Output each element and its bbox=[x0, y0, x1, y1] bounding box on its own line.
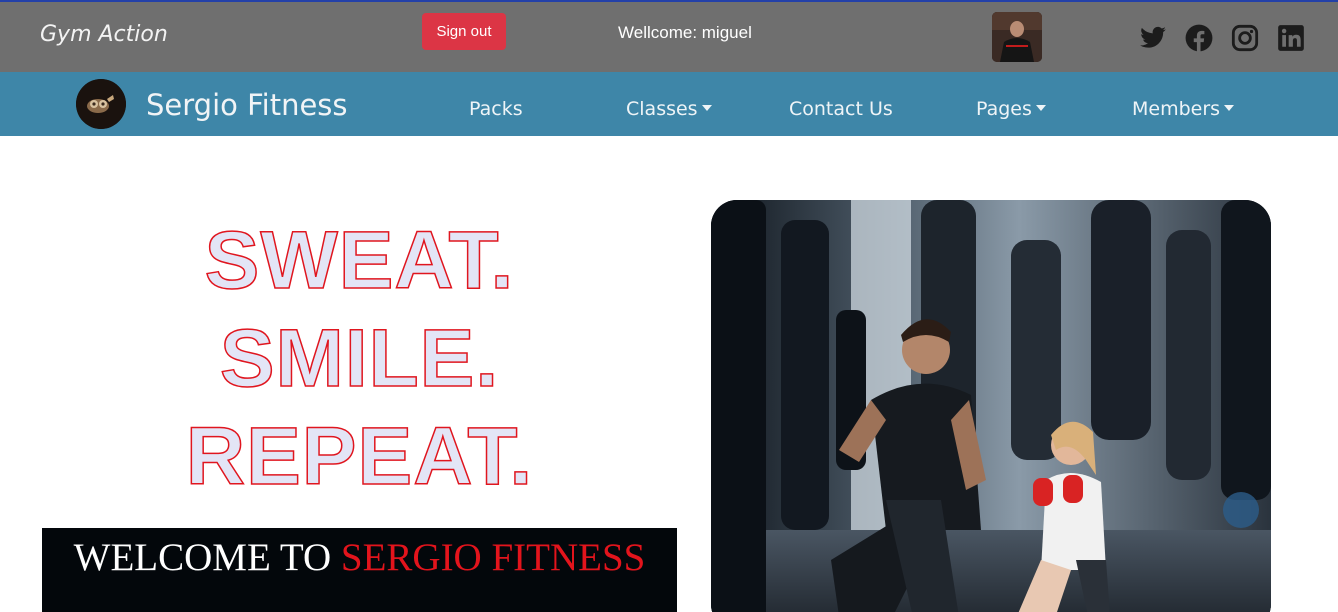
welcome-text: WELCOME TO bbox=[73, 536, 332, 579]
caret-down-icon bbox=[701, 105, 712, 111]
nav-members-dropdown[interactable]: Members bbox=[1132, 98, 1235, 120]
nav-contact-us[interactable]: Contact Us bbox=[789, 98, 893, 120]
hero-slogan-smile: SMILE. bbox=[219, 313, 500, 404]
user-avatar[interactable] bbox=[992, 12, 1042, 62]
hero-slogan-sweat: SWEAT. bbox=[204, 215, 515, 306]
nav-classes-dropdown[interactable]: Classes bbox=[626, 98, 712, 120]
hero-slogan-repeat: REPEAT. bbox=[185, 411, 534, 502]
linkedin-icon[interactable] bbox=[1277, 24, 1305, 52]
caret-down-icon bbox=[1035, 105, 1046, 111]
main-navbar: Sergio Fitness Packs Classes Contact Us … bbox=[0, 72, 1338, 136]
avatar-image bbox=[992, 12, 1042, 62]
nav-packs-label: Packs bbox=[469, 98, 523, 120]
top-bar: Gym Action Sign out Wellcome: miguel bbox=[0, 0, 1338, 72]
nav-pages-dropdown[interactable]: Pages bbox=[976, 98, 1046, 120]
instagram-icon[interactable] bbox=[1231, 24, 1259, 52]
facebook-icon[interactable] bbox=[1185, 24, 1213, 52]
caret-down-icon bbox=[1224, 105, 1235, 111]
welcome-gym-name: SERGIO FITNESS bbox=[340, 536, 646, 579]
twitter-icon[interactable] bbox=[1139, 24, 1167, 52]
kickboxing-photo bbox=[711, 200, 1271, 612]
nav-contact-label: Contact Us bbox=[789, 98, 893, 120]
nav-brand[interactable]: Sergio Fitness bbox=[146, 88, 348, 122]
nav-members-label: Members bbox=[1132, 98, 1221, 120]
gym-logo-icon[interactable] bbox=[76, 79, 126, 129]
welcome-banner: WELCOME TO SERGIO FITNESS bbox=[42, 528, 677, 612]
nav-packs[interactable]: Packs bbox=[469, 98, 523, 120]
sign-out-button[interactable]: Sign out bbox=[422, 13, 506, 50]
nav-classes-label: Classes bbox=[626, 98, 698, 120]
hero-training-photo bbox=[711, 200, 1271, 612]
site-brand[interactable]: Gym Action bbox=[40, 22, 168, 47]
welcome-user-text: Wellcome: miguel bbox=[618, 23, 752, 42]
nav-pages-label: Pages bbox=[976, 98, 1032, 120]
